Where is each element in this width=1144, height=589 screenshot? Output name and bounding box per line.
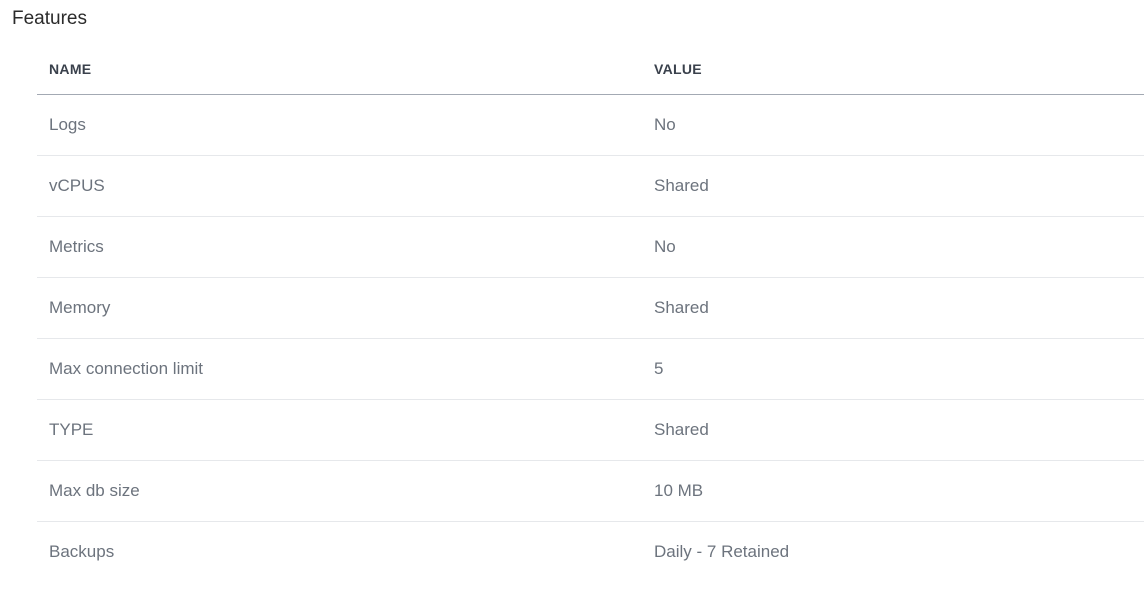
feature-name: Memory: [37, 277, 642, 339]
feature-name: TYPE: [37, 399, 642, 461]
table-row: vCPUS Shared: [37, 155, 1144, 217]
table-row: TYPE Shared: [37, 399, 1144, 461]
feature-value: Shared: [642, 277, 1144, 339]
feature-value: No: [642, 216, 1144, 278]
feature-name: vCPUS: [37, 155, 642, 217]
section-title: Features: [12, 8, 87, 29]
table-header-row: NAME VALUE: [37, 45, 1144, 95]
table-row: Max connection limit 5: [37, 338, 1144, 400]
feature-value: Shared: [642, 399, 1144, 461]
feature-value: 5: [642, 338, 1144, 400]
feature-value: Shared: [642, 155, 1144, 217]
table-row: Memory Shared: [37, 277, 1144, 339]
features-table-container: NAME VALUE Logs No vCPUS Shared Metrics …: [37, 45, 1144, 582]
feature-name: Backups: [49, 541, 115, 561]
table-row: Metrics No: [37, 216, 1144, 278]
table-header: NAME VALUE: [37, 45, 1144, 95]
feature-value: 10 MB: [642, 460, 1144, 522]
feature-name: Max db size: [37, 460, 642, 522]
feature-name: Metrics: [37, 216, 642, 278]
feature-value: No: [642, 94, 1144, 156]
table-row: Max db size 10 MB: [37, 460, 1144, 522]
table-row: Backups Daily - 7 Retained: [37, 521, 1144, 582]
features-table: NAME VALUE Logs No vCPUS Shared Metrics …: [37, 45, 1144, 582]
feature-value: Daily - 7 Retained: [654, 541, 790, 561]
table-body: Logs No vCPUS Shared Metrics No Memory S…: [37, 94, 1144, 582]
feature-name: Logs: [37, 94, 642, 156]
table-row: Logs No: [37, 94, 1144, 156]
column-header-value: VALUE: [642, 45, 1144, 95]
feature-name: Max connection limit: [37, 338, 642, 400]
column-header-name: NAME: [37, 45, 642, 95]
